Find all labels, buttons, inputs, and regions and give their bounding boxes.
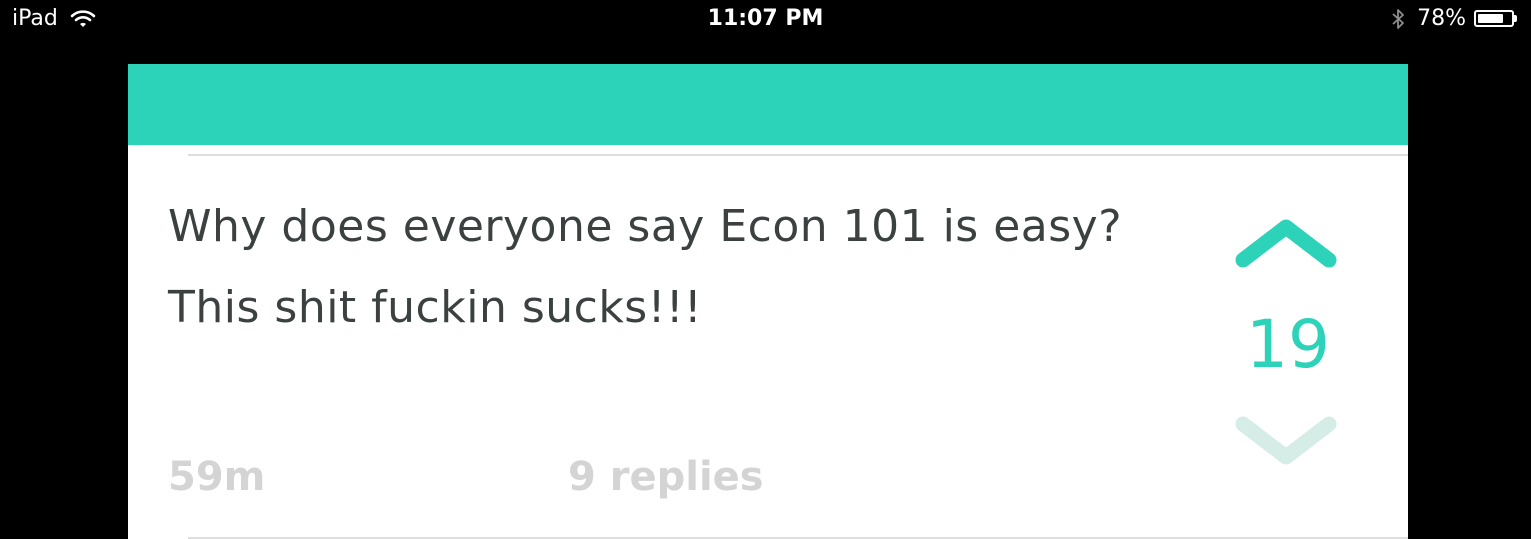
battery-fill	[1478, 14, 1503, 23]
vote-count: 19	[1246, 306, 1330, 383]
chevron-down-icon	[1235, 416, 1337, 465]
upvote-button[interactable]	[1233, 214, 1343, 284]
replies-link[interactable]: 9 replies	[568, 454, 764, 500]
app-header	[128, 64, 1408, 145]
downvote-button[interactable]	[1233, 409, 1343, 479]
status-time: 11:07 PM	[707, 6, 824, 31]
status-bar: iPad 11:07 PM 78%	[0, 0, 1531, 40]
battery-icon	[1474, 10, 1517, 27]
battery-percent: 78%	[1417, 6, 1466, 31]
post-text[interactable]: Why does everyone say Econ 101 is easy? …	[168, 186, 1188, 348]
app-window: Why does everyone say Econ 101 is easy? …	[128, 64, 1408, 539]
bluetooth-icon	[1392, 8, 1404, 29]
divider	[188, 154, 1408, 156]
chevron-up-icon	[1235, 219, 1337, 268]
post-timestamp: 59m	[168, 454, 266, 500]
status-right: 78%	[1391, 6, 1517, 31]
